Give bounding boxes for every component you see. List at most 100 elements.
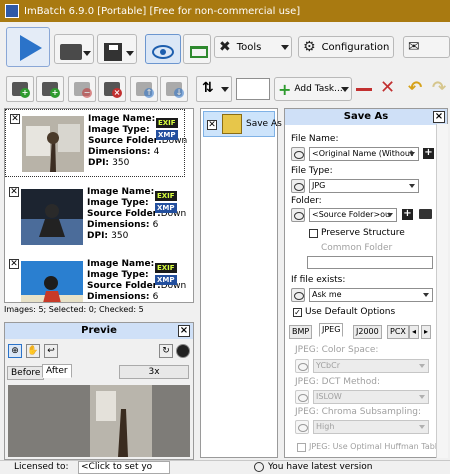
sort-icon: ⇅: [202, 80, 214, 96]
color-space-combo[interactable]: YCbCr: [313, 359, 429, 373]
window-title: ImBatch 6.9.0 [Portable] [Free for non-c…: [24, 5, 301, 17]
exif-tag: EXIF: [156, 118, 178, 128]
sort-button[interactable]: ⇅: [196, 76, 232, 102]
eye-icon[interactable]: [295, 359, 309, 373]
eye-icon[interactable]: [291, 147, 305, 161]
move-up-button[interactable]: ↑: [130, 76, 158, 102]
task-list[interactable]: ✕ Save As: [200, 108, 282, 458]
optimal-huffman-label: JPEG: Use Optimal Huffman Tabl: [309, 442, 438, 451]
hand-icon[interactable]: ✋: [26, 344, 40, 358]
remove-task-icon[interactable]: [356, 88, 372, 91]
chevron-down-icon: [126, 51, 134, 56]
preserve-structure-checkbox[interactable]: [309, 229, 318, 238]
optimal-huffman-checkbox[interactable]: [297, 443, 306, 452]
zoom-icon[interactable]: ⊕: [8, 344, 22, 358]
save-as-panel: Save As × File Name: <Original Name (Wit…: [284, 108, 448, 458]
tab-bmp[interactable]: BMP: [289, 325, 313, 339]
item-checkbox[interactable]: ✕: [10, 114, 20, 124]
eye-icon[interactable]: [295, 420, 309, 434]
background-color-icon[interactable]: [176, 344, 190, 358]
eye-icon[interactable]: [291, 179, 305, 193]
exif-tag: EXIF: [155, 191, 177, 201]
tab-scroll-left[interactable]: ◂: [409, 325, 420, 339]
file-name-value: <Original Name (Without: [312, 149, 414, 158]
run-button[interactable]: [6, 27, 50, 67]
dimensions-value: 6: [152, 220, 159, 230]
xmp-tag: XMP: [155, 275, 177, 285]
tools-button[interactable]: ✖ Tools: [214, 36, 292, 58]
dpi-label: DPI:: [88, 158, 110, 168]
license-field[interactable]: <Click to set yo: [78, 461, 170, 474]
list-item[interactable]: ✕ Image Name: Image Type: Source Folder:…: [5, 109, 188, 177]
chevron-down-icon: [409, 184, 415, 188]
main-toolbar: ✖ Tools ⚙ Configuration ✉: [0, 22, 450, 72]
common-folder-field[interactable]: [307, 256, 433, 269]
remove-icon: ×: [112, 88, 122, 98]
right-scroll-strip[interactable]: [436, 124, 448, 458]
item-checkbox[interactable]: ✕: [9, 187, 19, 197]
redo-icon[interactable]: ↷: [432, 77, 446, 99]
item-checkbox[interactable]: ✕: [9, 259, 19, 269]
browse-folder-icon[interactable]: [419, 209, 432, 219]
file-type-combo[interactable]: JPG: [309, 179, 419, 193]
plus-icon: +: [278, 79, 292, 99]
plus-icon[interactable]: +: [402, 209, 413, 220]
file-name-label: File Name:: [291, 134, 339, 144]
close-icon[interactable]: ×: [433, 111, 445, 123]
tab-after[interactable]: After: [42, 364, 72, 378]
move-down-button[interactable]: ↓: [160, 76, 188, 102]
tab-jpeg[interactable]: JPEG: [319, 323, 344, 337]
file-name-combo[interactable]: <Original Name (Without: [309, 147, 419, 161]
clear-images-button[interactable]: ×: [98, 76, 126, 102]
add-folder-button[interactable]: +: [36, 76, 64, 102]
status-bar: Licensed to: <Click to set yo You have l…: [0, 460, 450, 474]
fit-icon[interactable]: ↩: [44, 344, 58, 358]
undo-icon[interactable]: ↶: [408, 77, 422, 99]
minus-icon: −: [82, 88, 92, 98]
refresh-icon[interactable]: ↻: [159, 344, 173, 358]
color-space-value: YCbCr: [316, 361, 340, 370]
task-item[interactable]: ✕ Save As: [203, 111, 282, 137]
eye-icon[interactable]: [291, 288, 305, 302]
dct-method-combo[interactable]: ISLOW: [313, 390, 429, 404]
tab-scroll-right[interactable]: ▸: [421, 325, 432, 339]
tab-before[interactable]: Before: [7, 366, 45, 380]
configuration-button[interactable]: ⚙ Configuration: [298, 36, 394, 58]
chroma-subsampling-value: High: [316, 422, 335, 431]
eye-icon[interactable]: [291, 208, 305, 222]
save-button[interactable]: [97, 34, 137, 64]
update-status-icon: [254, 462, 264, 472]
chevron-down-icon: [83, 51, 91, 56]
add-image-button[interactable]: +: [6, 76, 34, 102]
plus-icon: +: [50, 88, 60, 98]
image-list[interactable]: ✕ Image Name: Image Type: Source Folder:…: [4, 108, 194, 303]
folder-combo[interactable]: <Source Folder>ou: [309, 208, 397, 222]
list-item[interactable]: ✕ Image Name: Image Type: Source Folder:…: [5, 255, 187, 302]
open-button[interactable]: [54, 34, 94, 64]
use-default-options-checkbox[interactable]: ✓: [293, 308, 302, 317]
mail-button[interactable]: ✉: [403, 36, 450, 58]
remove-image-button[interactable]: −: [68, 76, 96, 102]
file-type-label: File Type:: [291, 166, 333, 176]
zoom-level[interactable]: 3x: [119, 365, 189, 379]
chevron-down-icon: [409, 152, 415, 156]
tab-j2000[interactable]: J2000: [353, 325, 382, 339]
tools-label: Tools: [236, 41, 262, 53]
version-status: You have latest version: [268, 462, 373, 472]
task-checkbox[interactable]: ✕: [207, 120, 217, 130]
delete-task-icon[interactable]: ✕: [380, 78, 395, 98]
if-file-exists-combo[interactable]: Ask me: [309, 288, 433, 302]
list-item[interactable]: ✕ Image Name: Image Type: Source Folder:…: [5, 183, 187, 251]
tab-pcx[interactable]: PCX: [387, 325, 409, 339]
preview-toggle-button[interactable]: [145, 34, 181, 64]
eye-icon[interactable]: [295, 390, 309, 404]
licensed-to-label: Licensed to:: [14, 462, 69, 472]
sort-field[interactable]: [236, 78, 270, 100]
chroma-subsampling-combo[interactable]: High: [313, 420, 429, 434]
close-icon[interactable]: ×: [178, 325, 190, 337]
add-task-button[interactable]: + Add Task...: [274, 77, 352, 101]
shop-button[interactable]: [183, 34, 211, 64]
image-thumbnail: [22, 116, 84, 172]
chevron-down-icon: [281, 45, 289, 50]
plus-icon[interactable]: +: [423, 148, 434, 159]
